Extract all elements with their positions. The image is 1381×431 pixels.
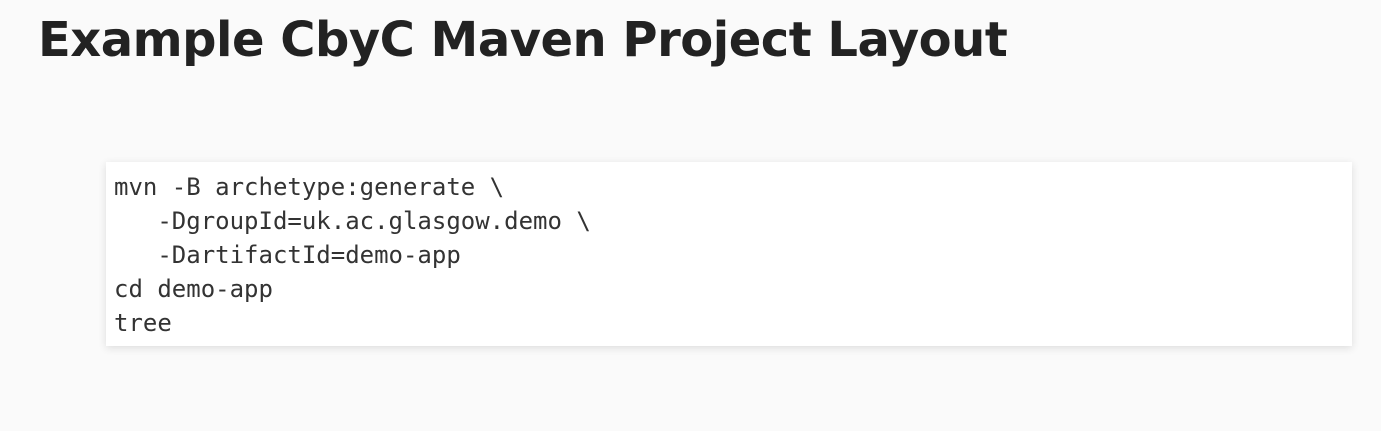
code-line: -DgroupId=uk.ac.glasgow.demo \ bbox=[114, 207, 591, 235]
slide-title: Example CbyC Maven Project Layout bbox=[38, 12, 1008, 68]
slide: Example CbyC Maven Project Layout mvn -B… bbox=[0, 0, 1381, 431]
code-line: tree bbox=[114, 309, 172, 337]
code-line: mvn -B archetype:generate \ bbox=[114, 173, 505, 201]
code-line: -DartifactId=demo-app bbox=[114, 241, 461, 269]
code-line: cd demo-app bbox=[114, 275, 273, 303]
code-block: mvn -B archetype:generate \ -DgroupId=uk… bbox=[106, 162, 1352, 346]
